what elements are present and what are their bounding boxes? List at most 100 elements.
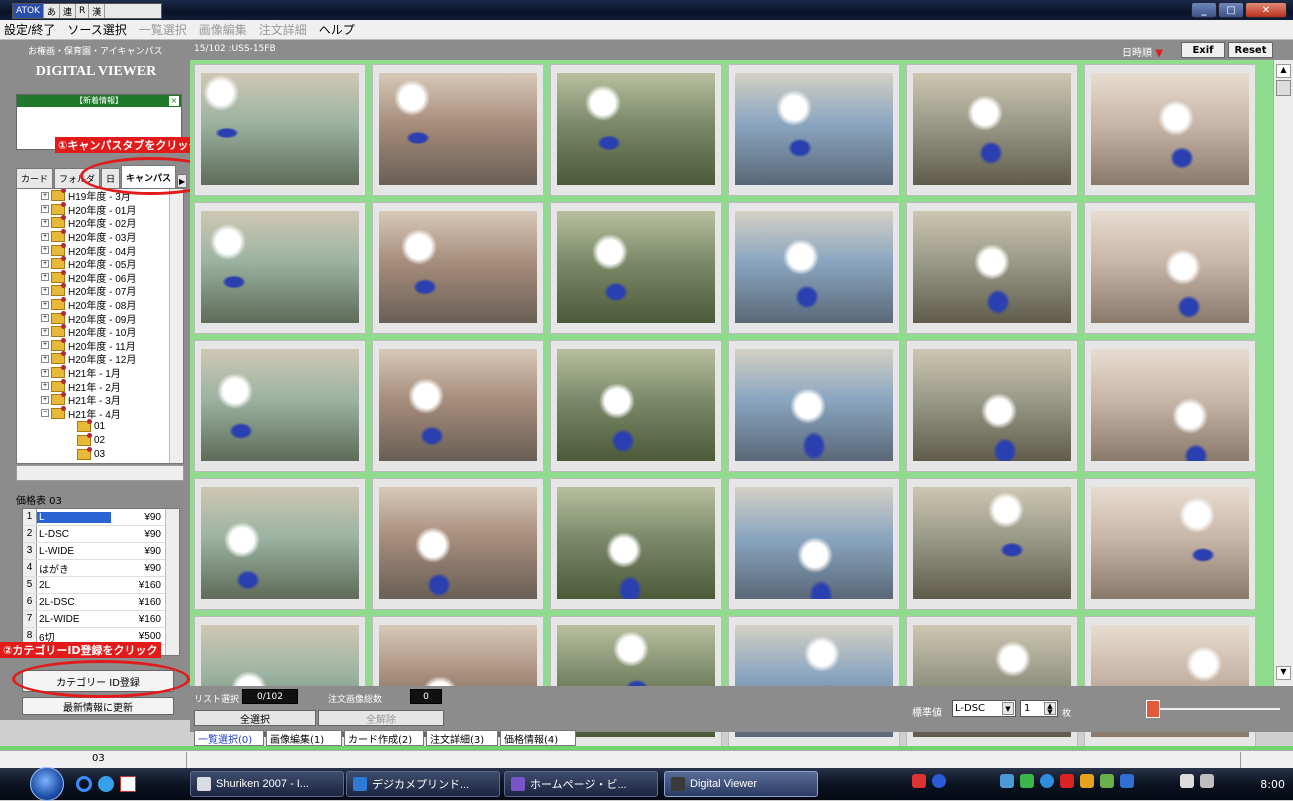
deselect-all-button[interactable]: 全解除 [318, 710, 444, 726]
tray-icon[interactable] [912, 774, 926, 788]
photo-thumbnail[interactable] [906, 202, 1078, 334]
chevron-down-icon[interactable]: ▼ [1002, 702, 1014, 715]
photo-thumbnail[interactable] [728, 64, 900, 196]
bottom-tab[interactable]: 価格情報(4) [500, 730, 576, 746]
ie-quicklaunch-icon[interactable] [76, 776, 92, 792]
ime-segment[interactable]: R [76, 4, 90, 18]
expand-icon[interactable]: + [41, 368, 49, 377]
collapse-icon[interactable]: − [41, 409, 49, 418]
tray-icon[interactable] [1040, 774, 1054, 788]
expand-icon[interactable]: + [41, 341, 49, 350]
photo-thumbnail[interactable] [550, 340, 722, 472]
bottom-tab[interactable]: 画像編集(1) [266, 730, 342, 746]
photo-thumbnail[interactable] [906, 340, 1078, 472]
grid-vertical-scrollbar[interactable]: ▲ ▼ [1273, 60, 1293, 686]
expand-icon[interactable]: + [41, 191, 49, 200]
sort-dropdown[interactable]: 日時順 ▼ [1122, 44, 1163, 59]
bottom-tab[interactable]: 注文詳細(3) [426, 730, 498, 746]
tree-node[interactable]: + H20年度 - 08月 [17, 297, 167, 312]
photo-thumbnail[interactable] [372, 340, 544, 472]
quicklaunch-icon[interactable] [98, 776, 114, 792]
tree-node[interactable]: + H20年度 - 09月 [17, 310, 167, 326]
maximize-button[interactable]: □ [1218, 2, 1244, 18]
select-all-button[interactable]: 全選択 [194, 710, 316, 726]
expand-icon[interactable]: + [41, 246, 49, 255]
tray-icon[interactable] [1000, 774, 1014, 788]
tray-icon[interactable] [1120, 774, 1134, 788]
zoom-slider-handle[interactable] [1146, 700, 1160, 718]
network-tray-icon[interactable] [1180, 774, 1194, 788]
help-tray-icon[interactable] [932, 774, 946, 788]
scroll-thumb[interactable] [1276, 80, 1291, 96]
photo-thumbnail[interactable] [906, 64, 1078, 196]
expand-icon[interactable]: + [41, 382, 49, 391]
menu-item[interactable]: ソース選択 [67, 21, 126, 38]
reset-button[interactable]: Reset [1228, 42, 1273, 58]
start-button[interactable] [30, 767, 64, 801]
photo-thumbnail[interactable] [728, 340, 900, 472]
photo-thumbnail[interactable] [550, 478, 722, 610]
exif-button[interactable]: Exif [1181, 42, 1225, 58]
menu-item[interactable]: 画像編集 [199, 21, 247, 38]
expand-icon[interactable]: + [41, 300, 49, 309]
bottom-tab[interactable]: 一覧選択(0) [194, 730, 264, 746]
tree-node[interactable]: + H20年度 - 12月 [17, 351, 167, 366]
tray-icon[interactable] [1020, 774, 1034, 788]
price-table-scrollbar[interactable] [165, 509, 179, 655]
expand-icon[interactable]: + [41, 354, 49, 363]
photo-thumbnail[interactable] [550, 64, 722, 196]
ime-segment[interactable]: 連 [60, 4, 76, 18]
price-row[interactable]: 5 2L ¥160 [23, 577, 179, 594]
tray-icon[interactable] [1080, 774, 1094, 788]
scroll-up-icon[interactable]: ▲ [1276, 64, 1291, 78]
photo-thumbnail[interactable] [372, 478, 544, 610]
bottom-tab[interactable]: カード作成(2) [344, 730, 424, 746]
tree-node[interactable]: + H21年 - 2月 [17, 378, 167, 394]
expand-icon[interactable]: + [41, 218, 49, 227]
tree-node[interactable]: − H21年 - 4月 [17, 405, 167, 421]
tree-node[interactable]: + H20年度 - 11月 [17, 337, 167, 353]
menu-item[interactable]: ヘルプ [319, 21, 355, 38]
minimize-button[interactable]: _ [1191, 2, 1217, 18]
price-row[interactable]: 4 はがき ¥90 [23, 560, 179, 577]
tree-node[interactable]: + H20年度 - 10月 [17, 324, 167, 339]
tree-vertical-scrollbar[interactable] [169, 189, 183, 463]
expand-icon[interactable]: + [41, 232, 49, 241]
price-row[interactable]: 2 L-DSC ¥90 [23, 526, 179, 543]
price-row[interactable]: 1 L ¥90 [23, 509, 179, 526]
price-row[interactable]: 3 L-WIDE ¥90 [23, 543, 179, 560]
stepper-arrows-icon[interactable]: ▲ ▼ [1044, 702, 1056, 716]
tray-icon[interactable] [1100, 774, 1114, 788]
expand-icon[interactable]: + [41, 395, 49, 404]
volume-tray-icon[interactable] [1200, 774, 1214, 788]
tree-horizontal-scrollbar[interactable] [16, 465, 184, 481]
photo-thumbnail[interactable] [550, 202, 722, 334]
tree-node[interactable]: + H20年度 - 04月 [17, 242, 167, 258]
clock[interactable]: 8:00 [1260, 778, 1285, 791]
taskbar-item[interactable]: Shuriken 2007 - I... [190, 771, 344, 797]
photo-thumbnail[interactable] [194, 340, 366, 472]
tree-node[interactable]: +02 [17, 432, 167, 448]
tree-node[interactable]: + H20年度 - 05月 [17, 256, 167, 271]
tab-card[interactable]: カード [16, 168, 54, 188]
taskbar-item[interactable]: Digital Viewer [664, 771, 818, 797]
tray-icon[interactable] [1060, 774, 1074, 788]
photo-thumbnail[interactable] [194, 202, 366, 334]
ime-toolbar[interactable]: ATOK あ連 R 漢 [12, 3, 162, 19]
taskbar-item[interactable]: ホームページ・ビ... [504, 771, 658, 797]
expand-icon[interactable]: + [41, 273, 49, 282]
price-row[interactable]: 7 2L-WIDE ¥160 [23, 611, 179, 628]
tree-node[interactable]: + H20年度 - 07月 [17, 283, 167, 298]
photo-thumbnail[interactable] [1084, 478, 1256, 610]
price-row[interactable]: 6 2L-DSC ¥160 [23, 594, 179, 611]
menu-item[interactable]: 設定/終了 [4, 21, 55, 38]
photo-thumbnail[interactable] [194, 64, 366, 196]
menu-item[interactable]: 注文詳細 [259, 21, 307, 38]
photo-thumbnail[interactable] [372, 202, 544, 334]
tree-node[interactable]: + H20年度 - 01月 [17, 201, 167, 217]
close-button[interactable]: ✕ [1245, 2, 1287, 18]
photo-thumbnail[interactable] [194, 478, 366, 610]
ime-segment[interactable]: ATOK [13, 4, 44, 18]
tree-node[interactable]: + H21年 - 3月 [17, 392, 167, 407]
expand-icon[interactable]: + [41, 286, 49, 295]
